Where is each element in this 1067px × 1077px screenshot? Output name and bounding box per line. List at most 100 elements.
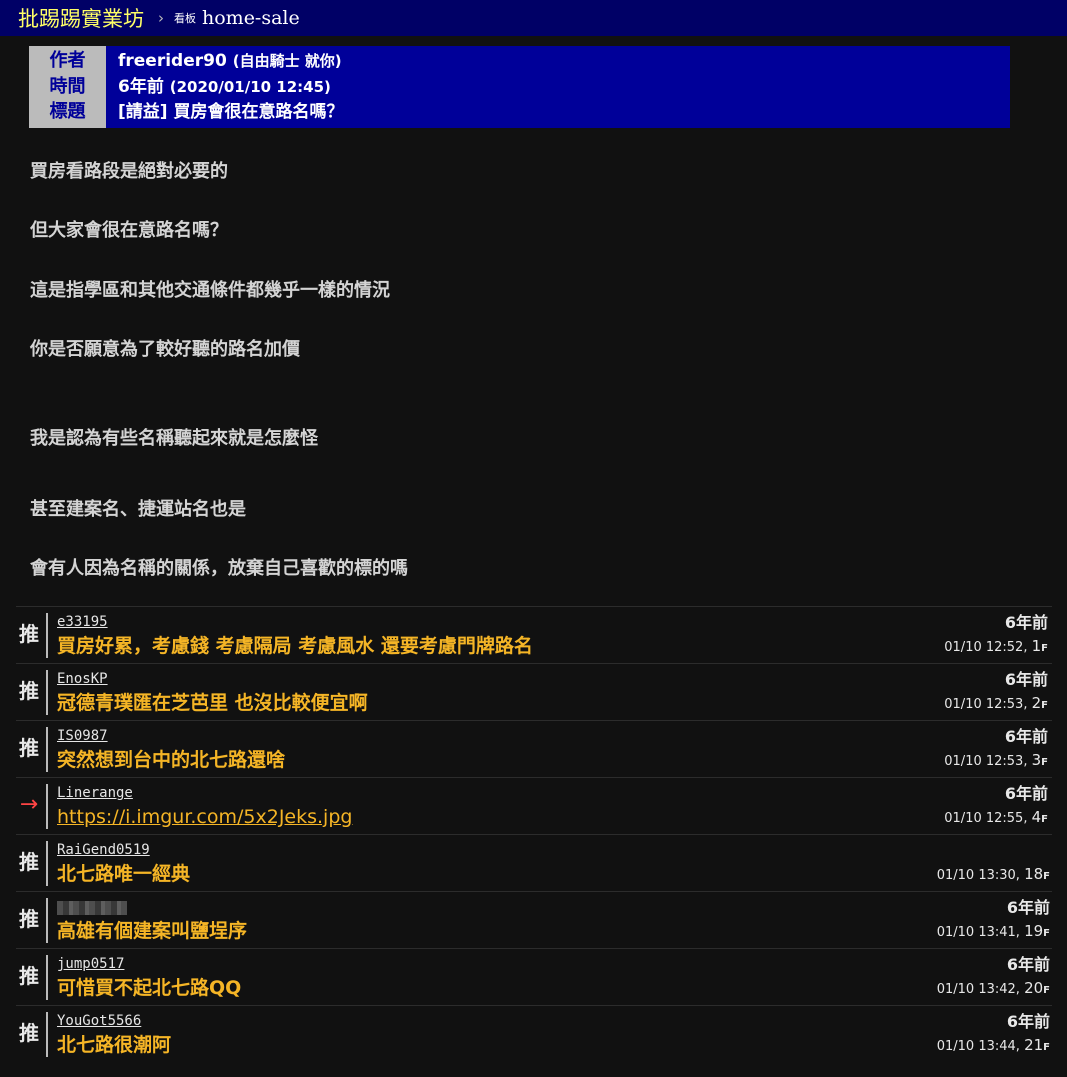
site-title-link[interactable]: 批踢踢實業坊 xyxy=(18,3,144,33)
comment-divider xyxy=(46,727,48,772)
comment-content: 北七路很潮阿 xyxy=(57,1034,172,1056)
time-value: 6年前 (2020/01/10 12:45) xyxy=(118,75,331,99)
comment-row: 推 RaiGend0519 北七路唯一經典 01/10 13:30, 18F xyxy=(16,834,1052,891)
comment-content: 買房好累，考慮錢 考慮隔局 考慮風水 還要考慮門牌路名 xyxy=(57,635,533,657)
body-paragraph: 甚至建案名、捷運站名也是 xyxy=(30,499,246,520)
comment-time: 01/10 12:55, xyxy=(944,811,1028,826)
arrow-tag: → xyxy=(19,792,39,817)
comment-timestamp: 01/10 12:53, 3F xyxy=(944,751,1048,772)
push-tag: 推 xyxy=(19,736,39,760)
comment-floor: 20 xyxy=(1024,979,1044,997)
body-paragraph: 買房看路段是絕對必要的 xyxy=(30,161,228,182)
comment-user-link[interactable]: RaiGend0519 xyxy=(57,841,150,859)
comment-content: 高雄有個建案叫鹽埕序 xyxy=(57,920,248,942)
comment-timestamp: 01/10 12:53, 2F xyxy=(944,694,1048,715)
comment-floor: 1 xyxy=(1031,637,1042,655)
comment-user-link[interactable]: jump0517 xyxy=(57,955,124,973)
meta-labels: 作者 時間 標題 xyxy=(29,46,106,128)
comment-row: → Linerange https://i.imgur.com/5x2Jeks.… xyxy=(16,777,1052,834)
comment-row: 推 高雄有個建案叫鹽埕序 6年前 01/10 13:41, 19F xyxy=(16,891,1052,948)
comment-content: 冠德青璞匯在芝芭里 也沒比較便宜啊 xyxy=(57,692,368,714)
body-paragraph: 會有人因為名稱的關係，放棄自己喜歡的標的嗎 xyxy=(30,558,408,579)
comment-time: 01/10 13:42, xyxy=(936,982,1020,997)
article-title: [請益] 買房會很在意路名嗎？ xyxy=(118,102,344,122)
body-paragraph: 你是否願意為了較好聽的路名加價 xyxy=(30,339,300,360)
comment-time: 01/10 12:52, xyxy=(944,640,1028,655)
comment-time-ago: 6年前 xyxy=(1006,1012,1050,1031)
comment-time-ago: 6年前 xyxy=(1004,613,1048,632)
comment-user-blurred xyxy=(57,901,127,915)
comment-time-ago: 6年前 xyxy=(1004,784,1048,803)
body-paragraph: 我是認為有些名稱聽起來就是怎麼怪 xyxy=(30,428,318,449)
comment-divider xyxy=(46,784,48,829)
comment-user-link[interactable]: e33195 xyxy=(57,613,108,631)
comment-content: 可惜買不起北七路QQ xyxy=(57,977,242,999)
comment-time-ago: 6年前 xyxy=(1004,727,1048,746)
comment-floor: 19 xyxy=(1024,922,1044,940)
push-tag: 推 xyxy=(19,964,39,988)
title-label: 標題 xyxy=(49,101,86,122)
comment-image-link[interactable]: https://i.imgur.com/5x2Jeks.jpg xyxy=(57,805,352,829)
floor-suffix: F xyxy=(1043,871,1050,882)
body-paragraph: 但大家會很在意路名嗎？ xyxy=(30,220,228,241)
comment-time: 01/10 12:53, xyxy=(944,754,1028,769)
top-bar: 批踢踢實業坊 › 看板 home-sale xyxy=(0,0,1067,36)
comment-row: 推 YouGot5566 北七路很潮阿 6年前 01/10 13:44, 21F xyxy=(16,1005,1052,1062)
comment-time: 01/10 13:41, xyxy=(936,925,1020,940)
floor-suffix: F xyxy=(1041,643,1048,654)
comment-divider xyxy=(46,841,48,886)
push-tag: 推 xyxy=(19,622,39,646)
comment-time-ago: 6年前 xyxy=(1006,898,1050,917)
comment-content: 突然想到台中的北七路還啥 xyxy=(57,749,286,771)
comment-timestamp: 01/10 12:52, 1F xyxy=(944,637,1048,658)
article-meta: 作者 時間 標題 freerider90 (自由騎士 就你) 6年前 (2020… xyxy=(29,46,1010,128)
comment-row: 推 jump0517 可惜買不起北七路QQ 6年前 01/10 13:42, 2… xyxy=(16,948,1052,1005)
comment-timestamp: 01/10 13:41, 19F xyxy=(937,922,1050,943)
comment-floor: 21 xyxy=(1024,1036,1044,1054)
board-link[interactable]: home-sale xyxy=(202,7,300,29)
comment-timestamp: 01/10 13:44, 21F xyxy=(937,1036,1050,1057)
floor-suffix: F xyxy=(1043,985,1050,996)
comment-divider xyxy=(46,670,48,715)
comment-divider xyxy=(46,898,48,943)
floor-suffix: F xyxy=(1043,1042,1050,1053)
floor-suffix: F xyxy=(1043,928,1050,939)
comment-time: 01/10 13:44, xyxy=(936,1039,1020,1054)
time-label: 時間 xyxy=(49,76,86,97)
push-tag: 推 xyxy=(19,907,39,931)
comment-row: 推 e33195 買房好累，考慮錢 考慮隔局 考慮風水 還要考慮門牌路名 6年前… xyxy=(16,606,1052,663)
author-nick: (自由騎士 就你) xyxy=(232,52,342,70)
comment-floor: 18 xyxy=(1024,865,1044,883)
comment-time: 01/10 13:30, xyxy=(936,868,1020,883)
time-ago: 6年前 xyxy=(118,77,164,97)
comment-timestamp: 01/10 12:55, 4F xyxy=(944,808,1048,829)
floor-suffix: F xyxy=(1041,814,1048,825)
push-tag: 推 xyxy=(19,850,39,874)
comment-time-ago: 6年前 xyxy=(1006,955,1050,974)
author-value: freerider90 (自由騎士 就你) xyxy=(118,49,342,73)
comment-floor: 2 xyxy=(1031,694,1042,712)
comment-content: 北七路唯一經典 xyxy=(57,863,191,885)
author-label: 作者 xyxy=(49,50,86,71)
comment-timestamp: 01/10 13:42, 20F xyxy=(937,979,1050,1000)
comment-time-ago: 6年前 xyxy=(1004,670,1048,689)
time-full: (2020/01/10 12:45) xyxy=(169,78,331,96)
comment-timestamp: 01/10 13:30, 18F xyxy=(937,865,1050,886)
comment-floor: 3 xyxy=(1031,751,1042,769)
comment-row: 推 IS0987 突然想到台中的北七路還啥 6年前 01/10 12:53, 3… xyxy=(16,720,1052,777)
meta-values: freerider90 (自由騎士 就你) 6年前 (2020/01/10 12… xyxy=(106,46,1010,128)
comment-user-link[interactable]: Linerange xyxy=(57,784,133,802)
comment-divider xyxy=(46,1012,48,1057)
comment-user-link[interactable]: IS0987 xyxy=(57,727,108,745)
comment-user-link[interactable]: YouGot5566 xyxy=(57,1012,141,1030)
comment-user-link[interactable]: EnosKP xyxy=(57,670,108,688)
comment-row: 推 EnosKP 冠德青璞匯在芝芭里 也沒比較便宜啊 6年前 01/10 12:… xyxy=(16,663,1052,720)
push-tag: 推 xyxy=(19,679,39,703)
author-id: freerider90 xyxy=(118,51,227,71)
comment-divider xyxy=(46,955,48,1000)
floor-suffix: F xyxy=(1041,757,1048,768)
board-label: 看板 xyxy=(174,12,196,25)
comment-time: 01/10 12:53, xyxy=(944,697,1028,712)
floor-suffix: F xyxy=(1041,700,1048,711)
push-tag: 推 xyxy=(19,1021,39,1045)
